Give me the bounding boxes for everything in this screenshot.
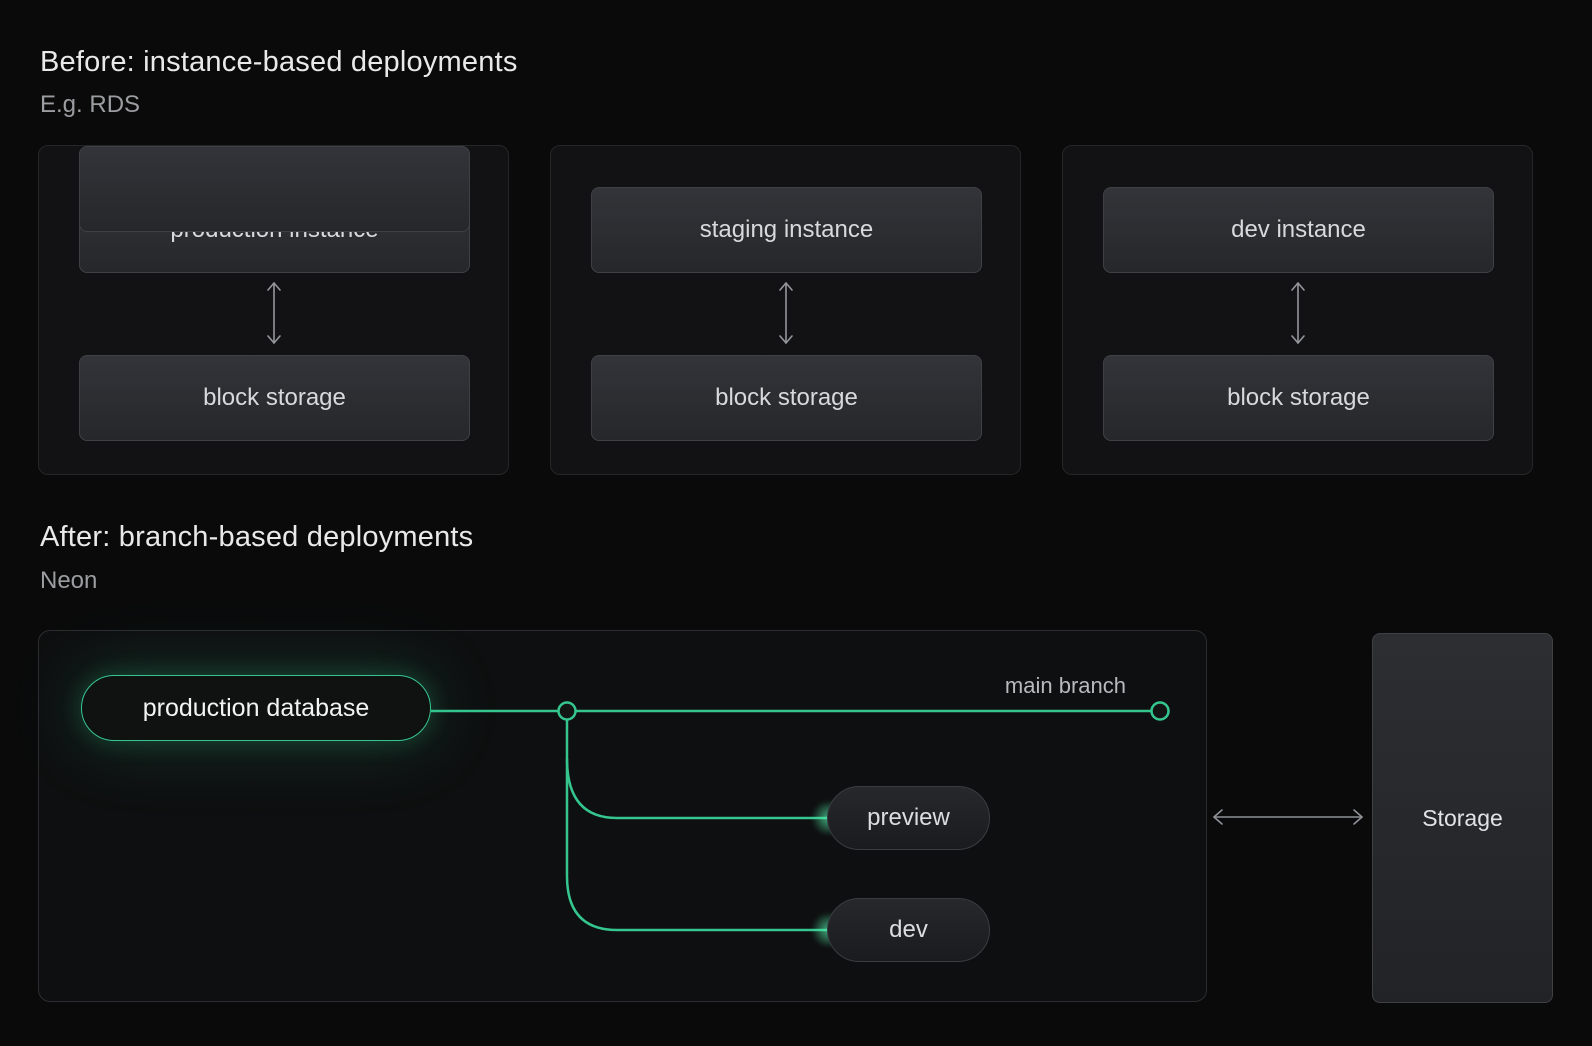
shared-storage-label: Storage [1422,804,1503,831]
preview-branch-label: preview [867,804,950,831]
block-storage-box [79,146,470,232]
staging-instance-label: staging instance [699,216,874,243]
main-branch-end-node-icon [1150,701,1170,721]
before-card-production: production instance block storage [38,145,509,475]
block-storage-label: block storage [203,384,346,411]
production-database-pill: production database [81,675,431,741]
dev-instance-label: dev instance [1231,216,1366,243]
block-storage-box: block storage [1103,355,1494,441]
leftright-arrow-icon [1213,809,1363,825]
shared-storage-box: Storage [1372,633,1553,1003]
before-section-title: Before: instance-based deployments [40,46,518,78]
updown-arrow-icon [778,282,793,344]
dev-branch-label: dev [889,916,928,943]
block-storage-label: block storage [1227,384,1370,411]
after-branching-card: production database main branch preview … [38,630,1207,1002]
updown-arrow-icon [1290,282,1305,344]
updown-arrow-icon [266,282,281,344]
dev-instance-box: dev instance [1103,187,1494,273]
preview-branch-pill: preview [827,786,990,850]
production-database-label: production database [142,693,370,722]
block-storage-box: block storage [591,355,982,441]
preview-branch-line [565,758,827,820]
staging-instance-box: staging instance [591,187,982,273]
dev-branch-line [565,711,827,932]
before-card-staging: staging instance block storage [550,145,1021,475]
before-section-subtitle: E.g. RDS [40,91,141,118]
before-card-dev: dev instance block storage [1062,145,1533,475]
block-storage-box: block storage [79,355,470,441]
after-section-subtitle: Neon [40,567,98,594]
branch-junction-node-icon [557,701,577,721]
block-storage-label: block storage [715,384,858,411]
main-branch-label: main branch [1004,673,1126,698]
dev-branch-pill: dev [827,898,990,962]
diagram-canvas: Before: instance-based deployments E.g. … [0,0,1592,1046]
after-section-title: After: branch-based deployments [40,521,474,553]
